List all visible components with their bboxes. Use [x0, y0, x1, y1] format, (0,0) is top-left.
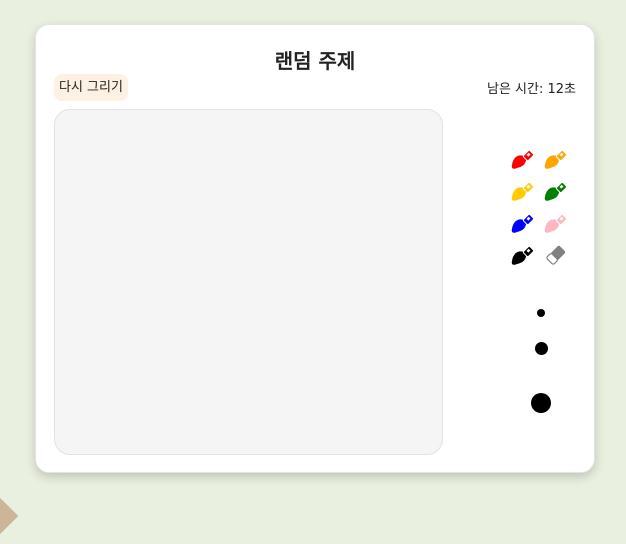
color-swatch-black[interactable] — [507, 239, 539, 271]
brush-size-small[interactable] — [512, 306, 570, 320]
brush-icon — [542, 177, 570, 205]
brush-size-medium[interactable] — [512, 339, 570, 357]
color-swatch-orange[interactable] — [540, 143, 572, 175]
drawing-card: 랜덤 주제 다시 그리기 남은 시간: 12초 — [35, 24, 595, 473]
brush-size-large[interactable] — [512, 391, 570, 415]
timer-text: 남은 시간: 12초 — [487, 78, 576, 97]
brush-icon — [542, 209, 570, 237]
size-dot-small — [537, 309, 545, 317]
drawing-canvas[interactable] — [54, 109, 443, 455]
brush-icon — [542, 145, 570, 173]
brush-icon — [509, 177, 537, 205]
topic-title: 랜덤 주제 — [36, 45, 594, 74]
color-swatch-pink[interactable] — [540, 207, 572, 239]
size-dot-large — [531, 393, 551, 413]
background-decoration — [0, 488, 18, 544]
brush-icon — [509, 209, 537, 237]
eraser-icon — [542, 241, 570, 269]
brush-icon — [509, 145, 537, 173]
redraw-button[interactable]: 다시 그리기 — [54, 74, 128, 101]
color-swatch-yellow[interactable] — [507, 175, 539, 207]
color-swatch-red[interactable] — [507, 143, 539, 175]
color-palette — [507, 143, 572, 271]
brush-icon — [509, 241, 537, 269]
color-swatch-blue[interactable] — [507, 207, 539, 239]
eraser-swatch[interactable] — [540, 239, 572, 271]
size-dot-medium — [535, 342, 548, 355]
color-swatch-green[interactable] — [540, 175, 572, 207]
